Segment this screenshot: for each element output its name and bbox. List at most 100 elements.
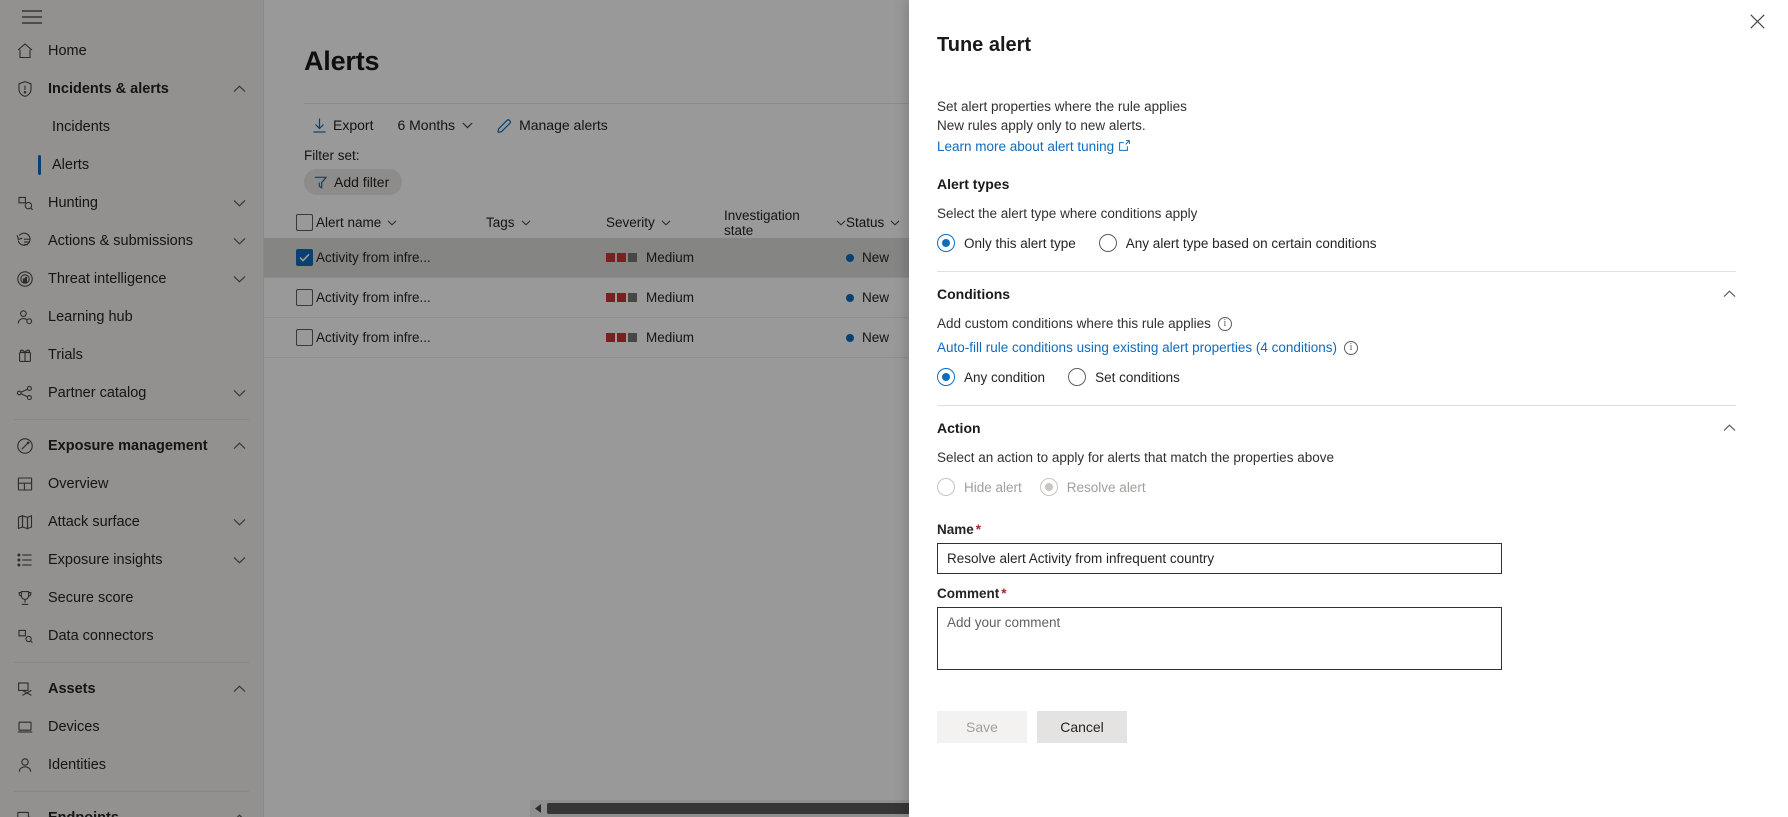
radio-any-alert-type[interactable]: Any alert type based on certain conditio… [1099,234,1377,252]
chevron-up-icon[interactable] [233,442,249,450]
chevron-down-icon[interactable] [233,556,249,564]
radio-label: Resolve alert [1067,480,1146,495]
action-section-header[interactable]: Action [937,420,1736,436]
add-filter-label: Add filter [334,174,389,190]
sidebar-item-label: Learning hub [48,309,233,325]
sidebar-item-incidents-alerts[interactable]: Incidents & alerts [0,70,263,108]
scroll-left-arrow-icon[interactable] [530,804,547,813]
nav-separator [14,419,249,420]
manage-alerts-button[interactable]: Manage alerts [488,112,617,138]
chevron-down-icon [836,220,846,226]
sidebar-item-label: Incidents [52,119,233,135]
tune-alert-panel: Tune alert Set alert properties where th… [909,0,1788,817]
sidebar-item-actions-submissions[interactable]: Actions & submissions [0,222,263,260]
severity-label: Medium [646,290,694,305]
radio-only-this-alert-type[interactable]: Only this alert type [937,234,1076,252]
action-heading: Action [937,420,981,436]
autofill-row: Auto-fill rule conditions using existing… [937,340,1736,355]
chevron-down-icon[interactable] [233,275,249,283]
sidebar-item-overview[interactable]: Overview [0,465,263,503]
chevron-up-icon[interactable] [1723,290,1736,298]
radio-any-condition[interactable]: Any condition [937,368,1045,386]
sidebar-item-attack-surface[interactable]: Attack surface [0,503,263,541]
chevron-up-icon[interactable] [233,685,249,693]
intro-line-2: New rules apply only to new alerts. [937,116,1736,135]
radio-set-conditions[interactable]: Set conditions [1068,368,1180,386]
column-header-investigation-state[interactable]: Investigation state [724,208,846,238]
close-icon[interactable] [1742,6,1772,36]
sidebar-item-exposure-insights[interactable]: Exposure insights [0,541,263,579]
chevron-down-icon [890,220,900,226]
column-header-severity[interactable]: Severity [606,215,724,230]
add-filter-button[interactable]: Add filter [304,169,402,195]
sidebar-item-incidents[interactable]: Incidents [0,108,263,146]
comment-field-label: Comment* [937,586,1736,601]
sidebar-item-label: Partner catalog [48,385,233,401]
cell-alert-name[interactable]: Activity from infre... [316,250,486,265]
alert-types-description: Select the alert type where conditions a… [937,206,1736,221]
divider [937,271,1736,272]
cell-severity: Medium [606,250,724,265]
learn-more-link[interactable]: Learn more about alert tuning [937,137,1130,156]
hamburger-menu-button[interactable] [0,0,263,32]
time-range-dropdown[interactable]: 6 Months [388,112,482,138]
sidebar-item-hunting[interactable]: Hunting [0,184,263,222]
row-checkbox[interactable] [296,329,313,346]
hamburger-icon [22,10,263,24]
sidebar-item-endpoints[interactable]: Endpoints [0,799,263,817]
severity-label: Medium [646,330,694,345]
cancel-button[interactable]: Cancel [1037,711,1127,743]
sidebar-item-home[interactable]: Home [0,32,263,70]
row-checkbox[interactable] [296,289,313,306]
export-label: Export [333,117,373,133]
save-button[interactable]: Save [937,711,1027,743]
sidebar-item-label: Trials [48,347,233,363]
severity-bars-icon [606,293,637,302]
sidebar-item-identities[interactable]: Identities [0,746,263,784]
chevron-down-icon[interactable] [233,199,249,207]
sidebar-item-assets[interactable]: Assets [0,670,263,708]
select-all-checkbox-cell [264,214,316,231]
info-icon[interactable]: i [1344,341,1358,355]
export-button[interactable]: Export [304,112,382,138]
conditions-description: Add custom conditions where this rule ap… [937,316,1211,331]
external-link-icon [1119,137,1130,156]
sidebar-item-label: Threat intelligence [48,271,233,287]
sidebar-item-secure-score[interactable]: Secure score [0,579,263,617]
column-label-status: Status [846,215,884,230]
chevron-down-icon[interactable] [233,237,249,245]
required-marker: * [1001,586,1006,601]
alert-types-section-header: Alert types [937,176,1736,192]
info-icon[interactable]: i [1218,317,1232,331]
sidebar-item-alerts[interactable]: Alerts [0,146,263,184]
radio-circle-icon [937,368,955,386]
row-checkbox[interactable] [296,249,313,266]
sidebar-item-partner-catalog[interactable]: Partner catalog [0,374,263,412]
sidebar-item-data-connectors[interactable]: Data connectors [0,617,263,655]
comment-textarea[interactable] [937,607,1502,670]
chevron-up-icon[interactable] [1723,424,1736,432]
sidebar-item-threat-intelligence[interactable]: Threat intelligence [0,260,263,298]
attack-surface-icon [14,513,36,531]
row-checkbox-cell [264,249,316,266]
autofill-conditions-link[interactable]: Auto-fill rule conditions using existing… [937,340,1337,355]
sidebar-item-label: Secure score [48,590,233,606]
chevron-down-icon[interactable] [233,518,249,526]
chevron-up-icon[interactable] [233,85,249,93]
name-input[interactable] [937,543,1502,574]
sidebar-item-learning-hub[interactable]: Learning hub [0,298,263,336]
endpoints-icon [14,809,36,817]
cell-alert-name[interactable]: Activity from infre... [316,290,486,305]
select-all-checkbox[interactable] [296,214,313,231]
cell-alert-name[interactable]: Activity from infre... [316,330,486,345]
exposure-insights-icon [14,551,36,569]
sidebar-item-trials[interactable]: Trials [0,336,263,374]
chevron-down-icon[interactable] [233,389,249,397]
sidebar-item-exposure-management[interactable]: Exposure management [0,427,263,465]
column-header-tags[interactable]: Tags [486,215,606,230]
alert-types-heading: Alert types [937,176,1009,192]
column-header-alert-name[interactable]: Alert name [316,215,486,230]
conditions-section-header[interactable]: Conditions [937,286,1736,302]
sidebar-item-devices[interactable]: Devices [0,708,263,746]
radio-label: Hide alert [964,480,1022,495]
